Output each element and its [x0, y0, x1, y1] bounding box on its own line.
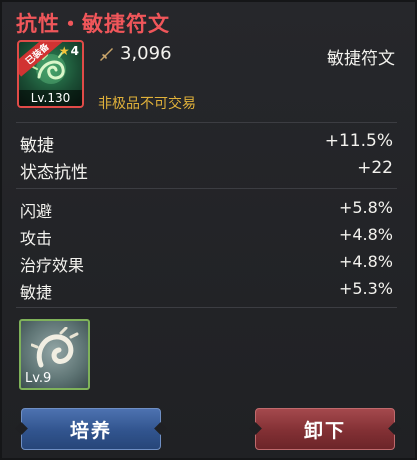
- stat-label: 闪避: [20, 202, 53, 221]
- button-notch: [388, 422, 401, 435]
- button-notch: [249, 422, 262, 435]
- stat-label: 状态抗性: [20, 163, 88, 183]
- rune-title: 抗性・敏捷符文: [16, 12, 170, 36]
- stat-value: +4.8%: [338, 252, 393, 271]
- sub-stat-row: 治疗效果 +4.8%: [20, 252, 393, 276]
- stat-value: +5.8%: [338, 198, 393, 217]
- rune-card[interactable]: 已装备 ★ 4 Lv.130: [17, 40, 84, 108]
- rune-tooltip-panel: 抗性・敏捷符文 已装备 ★ 4 Lv.130 3,096 敏捷符文 非极品不可交…: [0, 0, 417, 460]
- divider: [16, 188, 397, 189]
- cultivate-label: 培养: [69, 419, 112, 442]
- rune-type: 敏捷符文: [327, 49, 395, 69]
- sub-stat-row: 闪避 +5.8%: [20, 198, 393, 222]
- sword-icon: [100, 47, 113, 61]
- stat-label: 攻击: [20, 229, 53, 248]
- swirl-rune-icon: [31, 327, 79, 368]
- button-notch: [15, 422, 28, 435]
- stat-value: +5.3%: [338, 279, 393, 298]
- star-icon: ★: [58, 44, 70, 58]
- stat-value: +22: [357, 158, 393, 178]
- unequip-label: 卸下: [303, 419, 346, 442]
- stat-value: +11.5%: [324, 131, 393, 151]
- main-stat-row: 状态抗性 +22: [20, 158, 393, 183]
- sub-stat-row: 敏捷 +5.3%: [20, 279, 393, 303]
- star-count: 4: [70, 44, 79, 58]
- power-row: 3,096: [98, 43, 172, 64]
- sub-rune-level: Lv.9: [25, 371, 52, 386]
- stat-label: 敏捷: [20, 136, 54, 156]
- button-notch: [154, 422, 167, 435]
- sub-stat-row: 攻击 +4.8%: [20, 225, 393, 249]
- stat-label: 敏捷: [20, 283, 53, 302]
- trade-restriction-note: 非极品不可交易: [98, 96, 196, 112]
- stat-value: +4.8%: [338, 225, 393, 244]
- divider: [16, 122, 397, 123]
- main-stat-row: 敏捷 +11.5%: [20, 131, 393, 156]
- stat-label: 治疗效果: [20, 256, 85, 275]
- sub-rune-slot[interactable]: Lv.9: [19, 319, 90, 390]
- star-rating: ★ 4: [59, 44, 79, 58]
- power-value: 3,096: [120, 43, 172, 64]
- unequip-button[interactable]: 卸下: [249, 408, 401, 450]
- rune-level: Lv.130: [19, 90, 82, 106]
- divider: [16, 307, 397, 308]
- cultivate-button[interactable]: 培养: [15, 408, 167, 450]
